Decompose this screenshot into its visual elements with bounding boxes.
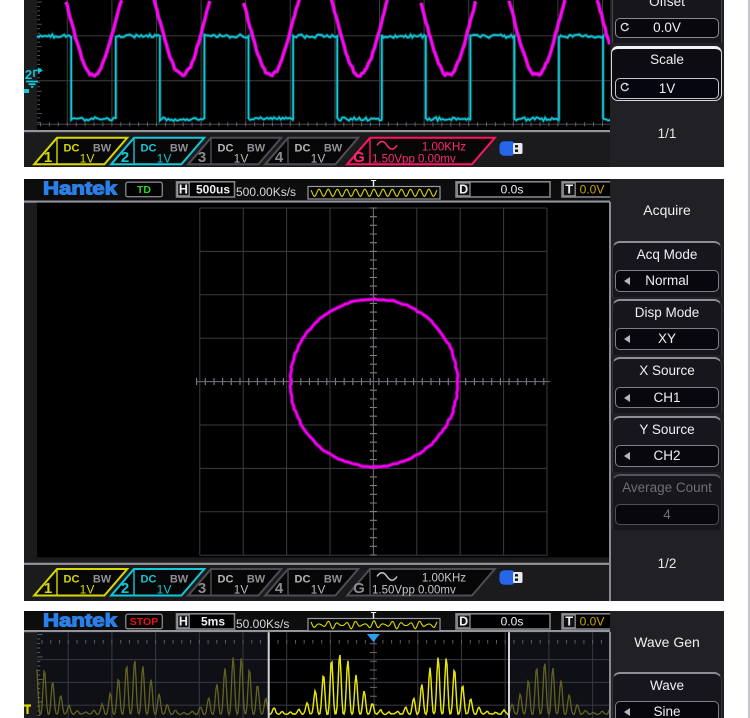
svg-text:500us: 500us bbox=[196, 183, 230, 197]
svg-text:3: 3 bbox=[198, 149, 206, 166]
svg-text:DC: DC bbox=[218, 574, 234, 586]
svg-text:DC: DC bbox=[64, 574, 80, 586]
svg-text:1.50Vpp 0.00mv: 1.50Vpp 0.00mv bbox=[372, 585, 456, 597]
svg-text:BW: BW bbox=[170, 574, 189, 586]
svg-text:1V: 1V bbox=[311, 583, 326, 597]
svg-text:0.0V: 0.0V bbox=[580, 182, 605, 196]
svg-text:1V: 1V bbox=[157, 151, 172, 165]
svg-text:T: T bbox=[565, 615, 573, 629]
svg-text:BW: BW bbox=[247, 574, 266, 586]
svg-text:H: H bbox=[179, 615, 188, 629]
svg-text:1V: 1V bbox=[234, 151, 249, 165]
svg-text:D: D bbox=[459, 183, 468, 197]
svg-text:Hantek: Hantek bbox=[43, 611, 118, 631]
svg-text:H: H bbox=[179, 183, 188, 197]
svg-text:2: 2 bbox=[121, 149, 129, 166]
svg-text:3: 3 bbox=[198, 580, 206, 597]
svg-text:BW: BW bbox=[324, 574, 343, 586]
svg-text:2: 2 bbox=[121, 580, 129, 597]
svg-text:DC: DC bbox=[141, 574, 157, 586]
svg-text:1V: 1V bbox=[80, 583, 95, 597]
svg-text:1: 1 bbox=[44, 149, 52, 166]
svg-text:50.00Ks/s: 50.00Ks/s bbox=[236, 617, 289, 631]
svg-text:BW: BW bbox=[170, 142, 189, 154]
svg-text:0.0s: 0.0s bbox=[501, 182, 524, 196]
svg-text:STOP: STOP bbox=[130, 616, 158, 628]
svg-text:1V: 1V bbox=[157, 583, 172, 597]
svg-text:BW: BW bbox=[93, 574, 112, 586]
svg-text:1V: 1V bbox=[234, 583, 249, 597]
svg-text:G: G bbox=[353, 580, 365, 597]
svg-text:T: T bbox=[565, 183, 573, 197]
svg-text:500.00Ks/s: 500.00Ks/s bbox=[236, 185, 296, 199]
svg-text:1V: 1V bbox=[80, 151, 95, 165]
svg-text:T: T bbox=[371, 611, 377, 621]
svg-text:DC: DC bbox=[141, 142, 157, 154]
svg-text:G: G bbox=[353, 149, 365, 166]
svg-text:TD: TD bbox=[137, 184, 151, 196]
svg-text:BW: BW bbox=[324, 142, 343, 154]
svg-text:BW: BW bbox=[93, 142, 112, 154]
svg-text:D: D bbox=[459, 615, 468, 629]
svg-text:1.00KHz: 1.00KHz bbox=[422, 573, 466, 585]
svg-text:1.50Vpp 0.00mv: 1.50Vpp 0.00mv bbox=[372, 153, 456, 165]
svg-text:T: T bbox=[371, 179, 377, 189]
svg-text:DC: DC bbox=[295, 142, 311, 154]
svg-text:DC: DC bbox=[295, 574, 311, 586]
svg-text:0.0s: 0.0s bbox=[501, 614, 524, 628]
svg-text:5ms: 5ms bbox=[201, 615, 225, 629]
svg-text:1.00KHz: 1.00KHz bbox=[422, 141, 466, 153]
svg-text:1: 1 bbox=[44, 580, 52, 597]
svg-text:Hantek: Hantek bbox=[43, 179, 118, 199]
svg-text:DC: DC bbox=[64, 142, 80, 154]
svg-text:4: 4 bbox=[275, 149, 284, 166]
svg-text:2: 2 bbox=[25, 67, 32, 82]
svg-text:1V: 1V bbox=[311, 151, 326, 165]
svg-text:4: 4 bbox=[275, 580, 284, 597]
svg-text:0.0V: 0.0V bbox=[580, 614, 605, 628]
svg-text:DC: DC bbox=[218, 142, 234, 154]
svg-text:BW: BW bbox=[247, 142, 266, 154]
